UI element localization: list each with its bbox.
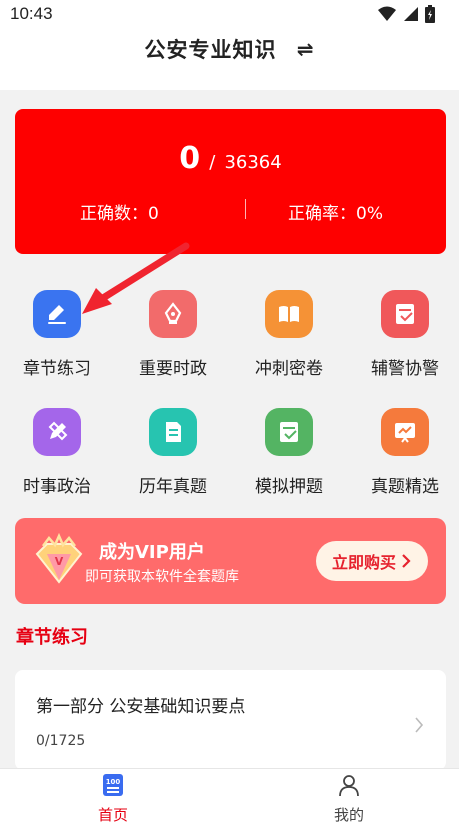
menu-item-mock-exams[interactable]: 模拟押题 [232,408,346,497]
menu-item-chapter-practice[interactable]: 章节练习 [0,290,114,379]
correct-rate: 正确率：0% [288,204,383,224]
menu-label: 模拟押题 [255,477,323,497]
score-100-icon [381,290,429,338]
bottom-tab-bar: 100 首页 我的 [0,768,459,822]
menu-item-selected-exams[interactable]: 真题精选 [348,408,459,497]
tab-home[interactable]: 100 首页 [53,773,173,822]
signal-icon [404,7,418,21]
app-header: 公安专业知识 ⇌ [0,28,459,90]
chapter-title: 第一部分 公安基础知识要点 [36,697,246,717]
edit-icon [33,290,81,338]
tab-label: 首页 [97,806,128,822]
vip-subtitle: 即可获取本软件全套题库 [85,569,239,585]
status-time: 10:43 [10,4,53,23]
total-count: 36364 [224,152,282,173]
menu-item-past-exams[interactable]: 历年真题 [116,408,230,497]
chevron-right-icon [415,717,424,733]
menu-label: 冲刺密卷 [255,359,323,379]
document-icon [149,408,197,456]
diamond-crown-icon: V [35,532,83,584]
chevron-right-icon [402,554,411,568]
tab-mine[interactable]: 我的 [289,773,409,822]
chart-board-icon [381,408,429,456]
book-icon [265,290,313,338]
tab-label: 我的 [333,806,364,822]
menu-label: 真题精选 [371,477,439,497]
menu-item-politics[interactable]: 时事政治 [0,408,114,497]
menu-label: 时事政治 [23,477,91,497]
menu-label: 辅警协警 [371,359,439,379]
buy-now-button[interactable]: 立即购买 [316,541,428,581]
wifi-icon [378,6,396,21]
page-title: 公安专业知识 [144,38,277,62]
chapter-card[interactable]: 第一部分 公安基础知识要点 0/1725 [15,670,446,770]
section-title: 章节练习 [16,627,88,648]
swap-icon[interactable]: ⇌ [297,37,315,61]
menu-item-auxiliary-police[interactable]: 辅警协警 [348,290,459,379]
vip-banner[interactable]: V 成为VIP用户 即可获取本软件全套题库 立即购买 [15,518,446,604]
svg-text:100: 100 [106,778,121,786]
score-100-icon [265,408,313,456]
menu-label: 章节练习 [23,359,91,379]
correct-count: 正确数：0 [80,204,159,224]
stat-divider [245,199,246,219]
user-icon [339,775,359,797]
battery-icon [425,5,435,23]
chapter-progress: 0/1725 [36,733,86,749]
pen-icon [149,290,197,338]
svg-text:V: V [55,555,64,568]
buy-label: 立即购买 [331,553,396,572]
pencil-icon [33,408,81,456]
menu-label: 历年真题 [139,477,207,497]
count-separator: / [209,152,216,173]
answered-count: 0 [179,141,201,176]
menu-item-current-affairs[interactable]: 重要时政 [116,290,230,379]
vip-title: 成为VIP用户 [99,542,205,563]
status-bar: 10:43 [0,0,459,28]
subject-switcher[interactable]: 公安专业知识 ⇌ [0,34,459,64]
menu-label: 重要时政 [139,359,207,379]
menu-item-sprint-papers[interactable]: 冲刺密卷 [232,290,346,379]
score-card: 0 / 36364 正确数：0 正确率：0% [15,109,446,254]
home-100-icon: 100 [103,774,123,796]
